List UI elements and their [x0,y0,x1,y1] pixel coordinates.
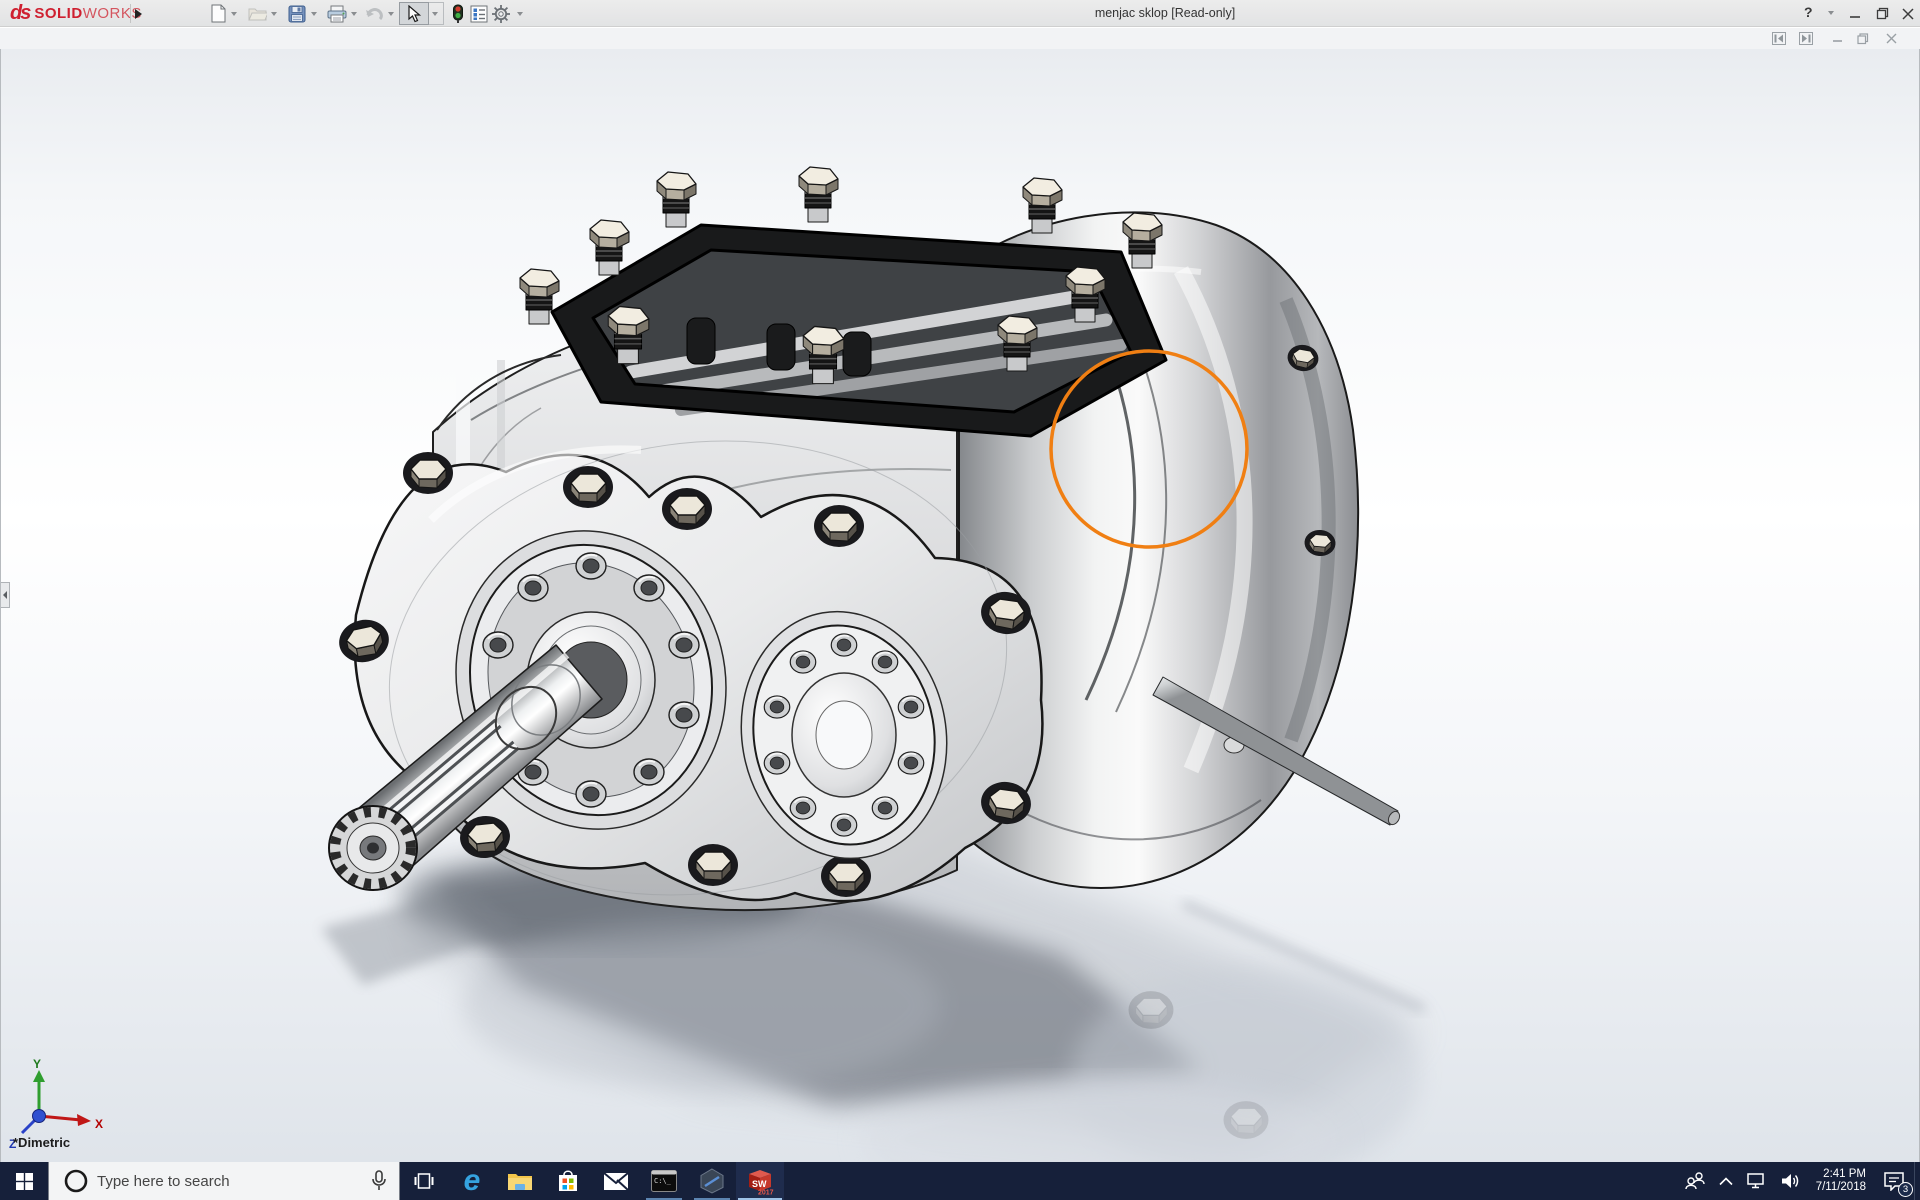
task-view-button[interactable] [400,1162,448,1200]
tray-date: 7/11/2018 [1816,1181,1866,1194]
open-dropdown-arrow[interactable] [271,12,277,16]
solidworks-2017-icon: SW 2017 [745,1167,775,1195]
help-dropdown-arrow[interactable] [1828,11,1834,15]
notification-badge: 3 [1898,1182,1913,1197]
taskbar-app-mail[interactable] [592,1162,640,1200]
cortana-icon [63,1168,89,1194]
edge-icon: e [464,1166,481,1196]
gearbox-model[interactable] [329,167,1402,934]
taskbar-search[interactable] [48,1162,400,1200]
doc-close-button[interactable] [1884,32,1898,45]
network-icon [1747,1173,1767,1189]
taskbar-app-edge[interactable]: e [448,1162,496,1200]
solidworks-logo: ds SOLIDWORKS [10,3,142,24]
new-dropdown-arrow[interactable] [231,12,237,16]
shaft-spline-coupling[interactable] [329,806,417,890]
doc-restore-button[interactable] [1856,32,1870,45]
hexagon-app-icon [699,1168,725,1194]
feature-panel-collapse-tab[interactable] [1,582,10,608]
svg-text:SW: SW [752,1179,767,1189]
undo-dropdown-arrow[interactable] [388,12,394,16]
new-document-button[interactable] [207,3,229,24]
graphics-viewport[interactable]: Y X Z *Dimetric [0,49,1920,1162]
taskbar-app-store[interactable] [544,1162,592,1200]
help-button[interactable]: ? [1804,4,1813,20]
taskbar-app-cad-viewer[interactable] [688,1162,736,1200]
action-center-button[interactable]: 3 [1874,1162,1914,1200]
taskbar-app-file-explorer[interactable] [496,1162,544,1200]
windows-logo-icon [16,1173,33,1190]
search-input[interactable] [97,1173,359,1190]
file-properties-button[interactable] [468,3,490,24]
save-dropdown-arrow[interactable] [311,12,317,16]
taskbar-app-solidworks[interactable]: SW 2017 [736,1162,784,1200]
clock[interactable]: 2:41 PM 7/11/2018 [1808,1162,1874,1200]
store-icon [557,1169,579,1193]
options-gear-button[interactable] [490,3,512,24]
save-button[interactable] [286,3,308,24]
command-prompt-icon: C:\_ [651,1170,677,1192]
tray-time: 2:41 PM [1823,1168,1866,1181]
mail-icon [603,1172,629,1191]
print-dropdown-arrow[interactable] [351,12,357,16]
chevron-up-icon [1719,1177,1733,1186]
select-tool-button[interactable] [399,2,429,25]
dassault-logo-icon: ds [10,2,29,25]
start-button[interactable] [0,1162,48,1200]
minimize-button[interactable] [1844,5,1866,22]
options-dropdown-arrow[interactable] [517,12,523,16]
open-button[interactable] [246,3,268,24]
speaker-icon [1781,1173,1801,1189]
microphone-icon[interactable] [371,1170,387,1192]
rebuild-traffic-light-button[interactable] [447,3,469,24]
system-tray: 2:41 PM 7/11/2018 3 [1676,1162,1920,1200]
pane-left-button[interactable] [1772,32,1786,45]
svg-text:2017: 2017 [758,1190,774,1196]
people-icon [1683,1172,1705,1190]
pane-right-button[interactable] [1799,32,1813,45]
undo-button[interactable] [364,3,386,24]
file-explorer-icon [507,1171,533,1192]
model-canvas[interactable]: Y X Z [1,49,1920,1162]
task-view-icon [414,1173,434,1189]
taskbar-app-command-prompt[interactable]: C:\_ [640,1162,688,1200]
window-title: menjac sklop [Read-only] [1095,6,1235,20]
volume-button[interactable] [1774,1162,1808,1200]
logo-text-solid: SOLID [34,5,82,22]
close-button[interactable] [1897,5,1919,22]
show-desktop-button[interactable] [1914,1162,1920,1200]
people-button[interactable] [1676,1162,1712,1200]
view-orientation-label: *Dimetric [13,1135,70,1150]
print-button[interactable] [326,3,348,24]
doc-minimize-button[interactable] [1830,32,1844,45]
triad-x-label: X [95,1117,103,1131]
windows-taskbar: e C:\_ [0,1162,1920,1200]
menu-flyout-button[interactable] [130,4,146,23]
output-hub-cap[interactable] [792,673,896,797]
document-bar [0,28,1920,49]
svg-text:C:\_: C:\_ [654,1177,672,1185]
restore-button[interactable] [1871,5,1893,22]
tray-overflow-button[interactable] [1712,1162,1740,1200]
network-button[interactable] [1740,1162,1774,1200]
select-dropdown-button[interactable] [429,2,444,25]
title-bar: ds SOLIDWORKS menjac sklop [Read-only] ? [0,0,1920,27]
triad-y-label: Y [33,1057,41,1071]
